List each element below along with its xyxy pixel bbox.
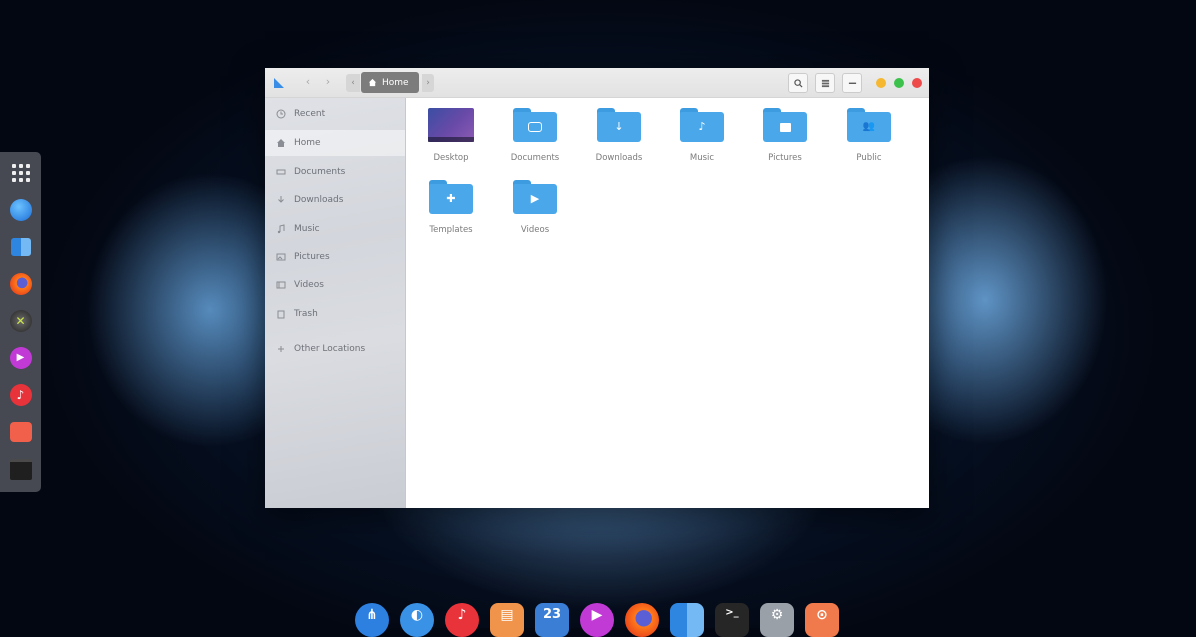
folder-label: Desktop (433, 153, 469, 163)
list-view-icon (821, 79, 829, 87)
sidebar-item-label: Other Locations (294, 344, 366, 354)
breadcrumb-home[interactable]: Home (361, 72, 419, 93)
calendar-day: 23 (542, 607, 562, 622)
photos-app-icon[interactable] (9, 419, 33, 445)
folder-label: Documents (510, 153, 560, 163)
finder-icon[interactable] (670, 603, 704, 637)
sidebar-item-trash[interactable]: Trash (265, 301, 405, 327)
breadcrumb-right-arrow[interactable]: › (422, 74, 434, 92)
breadcrumb-left-arrow[interactable]: ‹ (346, 74, 360, 92)
home-icon (277, 139, 285, 147)
sidebar-item-label: Recent (294, 109, 326, 119)
view-toggle-button[interactable] (815, 73, 835, 93)
public-folder-icon: 👥 (847, 108, 891, 142)
search-icon (793, 78, 803, 88)
back-button[interactable]: ‹ (299, 73, 317, 91)
menu-button[interactable] (842, 73, 862, 93)
templates-folder-icon: ✚ (429, 180, 473, 214)
pictures-folder-icon (763, 108, 807, 142)
folder-label: Pictures (768, 153, 802, 163)
sidebar-item-label: Music (294, 224, 320, 234)
music-folder-icon: ♪ (680, 108, 724, 142)
browser-icon[interactable]: ◐ (400, 603, 434, 637)
software-store-icon[interactable]: ⊙ (805, 603, 839, 637)
forward-button[interactable]: › (319, 73, 337, 91)
folder-templates[interactable]: ✚ Templates (416, 180, 486, 235)
sidebar-item-recent[interactable]: Recent (265, 101, 405, 127)
bottom-dock: ⋔ ◐ ♪ ▤ 23 ▶ >_ ⚙ ⊙ (355, 603, 845, 637)
videos-folder-icon: ▶ (513, 180, 557, 214)
desktop-thumbnail-icon (428, 108, 474, 142)
file-view: Desktop Documents ↓ Downloads ♪ Music Pi… (406, 98, 929, 508)
firefox-icon[interactable] (9, 271, 33, 297)
close-button[interactable] (912, 78, 922, 88)
terminal-icon[interactable]: >_ (715, 603, 749, 637)
places-sidebar: Recent Home Documents Downloads Music Pi… (265, 98, 406, 508)
folder-label: Music (689, 153, 715, 163)
document-icon (276, 169, 286, 175)
media-player-icon[interactable]: ▶ (9, 345, 33, 371)
trash-icon (277, 310, 285, 319)
title-bar: ‹ › ‹ Home › (265, 68, 929, 98)
folder-desktop[interactable]: Desktop (416, 108, 486, 163)
search-button[interactable] (788, 73, 808, 93)
music-app-icon[interactable]: ♪ (9, 382, 33, 408)
file-manager-logo-icon (274, 78, 284, 88)
music-app-icon[interactable]: ♪ (445, 603, 479, 637)
clock-icon (276, 109, 286, 119)
photos-app-icon[interactable]: ▤ (490, 603, 524, 637)
calendar-icon[interactable]: 23 (535, 603, 569, 637)
folder-music[interactable]: ♪ Music (667, 108, 737, 163)
system-settings-icon[interactable]: ⚙ (760, 603, 794, 637)
desktop-wallpaper: ✕ ▶ ♪ ‹ › ‹ Home › Recent Home Documents… (0, 0, 1196, 637)
sidebar-item-home[interactable]: Home (265, 130, 405, 156)
folder-videos[interactable]: ▶ Videos (500, 180, 570, 235)
picture-icon (276, 253, 286, 261)
folder-label: Videos (520, 225, 550, 235)
folder-pictures[interactable]: Pictures (750, 108, 820, 163)
media-player-icon[interactable]: ▶ (580, 603, 614, 637)
video-icon (276, 281, 286, 289)
sidebar-item-videos[interactable]: Videos (265, 272, 405, 298)
maximize-button[interactable] (894, 78, 904, 88)
left-dock: ✕ ▶ ♪ (0, 152, 41, 492)
sidebar-item-label: Downloads (294, 195, 344, 205)
folder-label: Downloads (595, 153, 643, 163)
home-icon (368, 78, 377, 87)
file-manager-window: ‹ › ‹ Home › Recent Home Documents Downl… (265, 68, 929, 508)
software-center-icon[interactable] (9, 197, 33, 223)
plus-icon (278, 346, 284, 352)
breadcrumb-label: Home (382, 77, 409, 88)
app-grid-icon[interactable] (9, 160, 33, 186)
sidebar-item-downloads[interactable]: Downloads (265, 187, 405, 213)
sidebar-item-music[interactable]: Music (265, 216, 405, 242)
sidebar-item-label: Home (294, 138, 321, 148)
download-icon (278, 196, 284, 203)
documents-folder-icon (513, 108, 557, 142)
sidebar-item-label: Pictures (294, 252, 330, 262)
folder-label: Public (856, 153, 882, 163)
firefox-icon[interactable] (625, 603, 659, 637)
sidebar-item-label: Videos (294, 280, 324, 290)
music-icon (277, 224, 285, 234)
folder-public[interactable]: 👥 Public (834, 108, 904, 163)
hamburger-icon (848, 82, 856, 84)
folder-downloads[interactable]: ↓ Downloads (584, 108, 654, 163)
finder-icon[interactable] (9, 234, 33, 260)
sidebar-item-label: Documents (294, 167, 346, 177)
downloads-folder-icon: ↓ (597, 108, 641, 142)
folder-documents[interactable]: Documents (500, 108, 570, 163)
sidebar-item-documents[interactable]: Documents (265, 159, 405, 185)
sidebar-item-pictures[interactable]: Pictures (265, 244, 405, 270)
sidebar-item-other-locations[interactable]: Other Locations (265, 336, 405, 362)
launcher-icon[interactable]: ⋔ (355, 603, 389, 637)
xbmc-icon[interactable]: ✕ (9, 308, 33, 334)
terminal-icon[interactable] (9, 456, 33, 482)
minimize-button[interactable] (876, 78, 886, 88)
sidebar-item-label: Trash (294, 309, 318, 319)
folder-label: Templates (429, 225, 473, 235)
